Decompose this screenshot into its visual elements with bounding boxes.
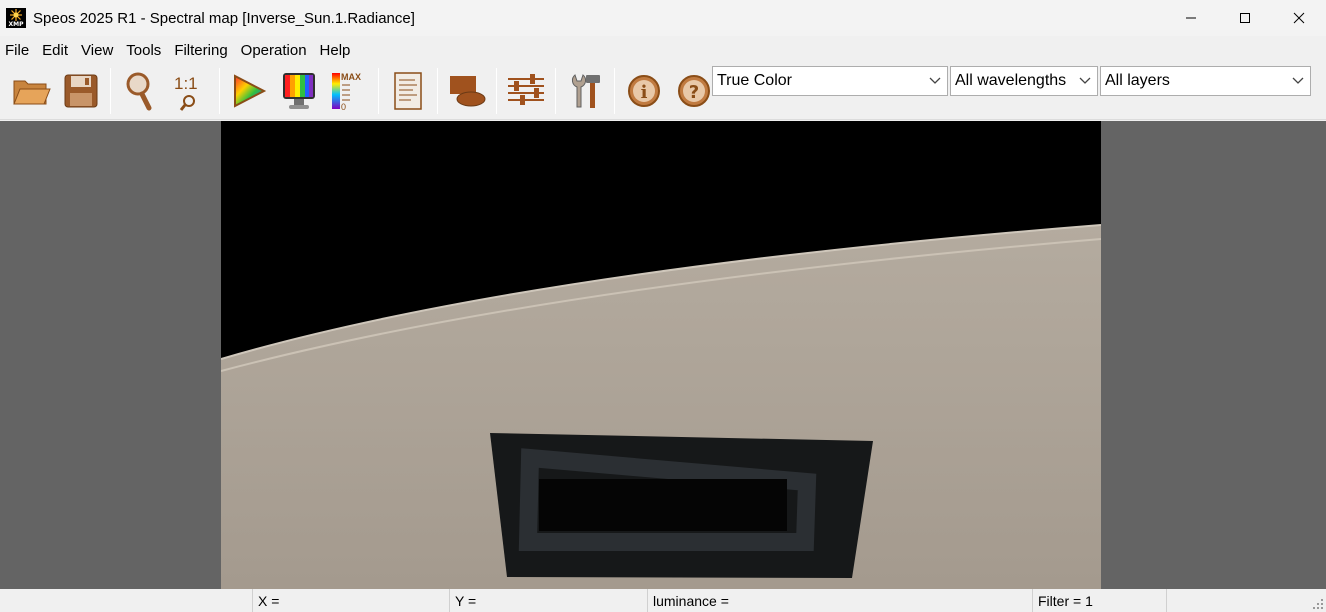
toolbar-separator xyxy=(496,67,497,114)
toolbar-separator xyxy=(555,67,556,114)
settings-button[interactable] xyxy=(504,69,548,113)
chevron-down-icon xyxy=(1292,77,1304,84)
layer-value: All layers xyxy=(1105,72,1170,89)
layer-shapes-icon xyxy=(450,75,486,106)
svg-text:i: i xyxy=(641,82,648,103)
toolbar-separator xyxy=(614,67,615,114)
menu-help[interactable]: Help xyxy=(315,42,359,59)
help-button[interactable]: ? xyxy=(672,69,716,113)
help-question-icon: ? xyxy=(678,74,710,107)
save-disk-icon xyxy=(64,74,98,107)
menu-tools[interactable]: Tools xyxy=(121,42,169,59)
zoom-magnifier-icon xyxy=(126,72,152,110)
color-scale-button[interactable]: MAX 0 xyxy=(327,69,371,113)
zoom-1to1-button[interactable]: 1:1 xyxy=(168,69,212,113)
svg-text:?: ? xyxy=(689,82,699,103)
spectrum-button[interactable] xyxy=(277,69,321,113)
status-x: X = xyxy=(253,589,450,612)
status-empty xyxy=(0,589,253,612)
chevron-down-icon xyxy=(1079,77,1091,84)
layer-button[interactable] xyxy=(445,69,489,113)
viewer-canvas[interactable] xyxy=(0,121,1326,589)
color-mode-select[interactable]: True Color xyxy=(712,66,948,96)
status-filter: Filter = 1 xyxy=(1033,589,1167,612)
svg-text:1:1: 1:1 xyxy=(174,74,198,93)
zoom-1to1-icon: 1:1 xyxy=(174,74,198,111)
maximize-button[interactable] xyxy=(1218,0,1272,36)
window-title: Speos 2025 R1 - Spectral map [Inverse_Su… xyxy=(33,9,415,27)
toolbar-separator xyxy=(110,67,111,114)
open-button[interactable] xyxy=(9,69,53,113)
svg-text:MAX: MAX xyxy=(341,72,361,82)
menu-bar: File Edit View Tools Filtering Operation… xyxy=(0,38,1326,62)
wavelength-select[interactable]: All wavelengths xyxy=(950,66,1098,96)
save-button[interactable] xyxy=(59,69,103,113)
toolbar-separator xyxy=(219,67,220,114)
status-y: Y = xyxy=(450,589,648,612)
color-mode-value: True Color xyxy=(717,72,792,89)
sliders-settings-icon xyxy=(508,73,544,105)
tools-button[interactable] xyxy=(563,69,607,113)
info-button[interactable]: i xyxy=(622,69,666,113)
window-controls xyxy=(1164,0,1326,36)
open-folder-icon xyxy=(13,80,51,104)
zoom-button[interactable] xyxy=(118,69,162,113)
menu-filtering[interactable]: Filtering xyxy=(169,42,235,59)
toolbar-separator xyxy=(437,67,438,114)
wavelength-value: All wavelengths xyxy=(955,72,1067,89)
menu-operation[interactable]: Operation xyxy=(236,42,315,59)
minimize-icon xyxy=(1186,17,1196,19)
layer-select[interactable]: All layers xyxy=(1100,66,1311,96)
close-button[interactable] xyxy=(1272,0,1326,36)
menu-edit[interactable]: Edit xyxy=(37,42,76,59)
report-document-icon xyxy=(394,71,422,110)
report-button[interactable] xyxy=(386,69,430,113)
spectrum-monitor-icon xyxy=(283,72,315,109)
resize-grip-icon[interactable] xyxy=(1312,598,1324,610)
app-logo-text: XMP xyxy=(8,21,24,28)
color-scale-max-icon: MAX 0 xyxy=(332,72,361,111)
menu-view[interactable]: View xyxy=(76,42,121,59)
close-icon xyxy=(1293,12,1305,24)
maximize-icon xyxy=(1240,13,1250,23)
toolbar-separator xyxy=(378,67,379,114)
chevron-down-icon xyxy=(929,77,941,84)
tools-wrench-hammer-icon xyxy=(571,73,600,108)
status-luminance: luminance = xyxy=(648,589,1033,612)
title-bar: XMP Speos 2025 R1 - Spectral map [Invers… xyxy=(0,0,1326,36)
svg-text:0: 0 xyxy=(341,102,346,111)
menu-file[interactable]: File xyxy=(0,42,37,59)
minimize-button[interactable] xyxy=(1164,0,1218,36)
info-icon: i xyxy=(628,74,660,107)
status-bar: X = Y = luminance = Filter = 1 xyxy=(0,589,1326,612)
app-logo-icon: XMP xyxy=(6,8,26,28)
spectral-map-image[interactable] xyxy=(221,121,1101,589)
color-triangle-icon xyxy=(234,73,267,108)
color-mode-button[interactable] xyxy=(227,69,271,113)
sun-icon xyxy=(10,9,22,21)
